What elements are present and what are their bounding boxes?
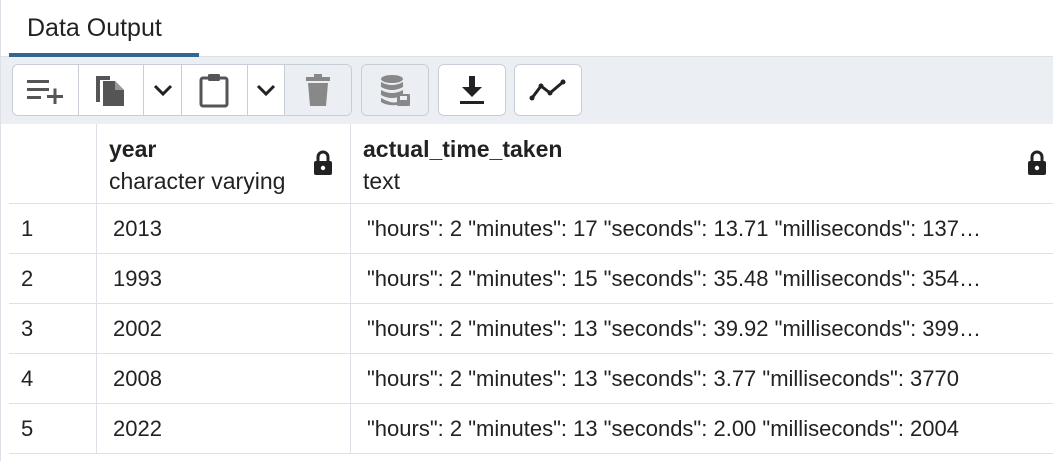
graph-visualiser-button[interactable]: [515, 65, 581, 115]
row-number[interactable]: 1: [9, 204, 97, 254]
column-name: actual_time_taken: [363, 136, 563, 162]
row-number-header[interactable]: [9, 124, 97, 204]
lock-icon: [1028, 150, 1046, 175]
chevron-down-icon: [153, 84, 172, 97]
column-type: text: [363, 168, 401, 194]
table-row[interactable]: 5 2022 "hours": 2 "minutes": 13 "seconds…: [9, 404, 1053, 454]
results-grid: year character varying actual_time_taken…: [9, 124, 1053, 461]
column-header-actual-time-taken[interactable]: actual_time_taken text: [351, 124, 1053, 204]
cell-year[interactable]: 2022: [97, 404, 351, 454]
graph-group: [514, 64, 582, 116]
cell-actual-time-taken[interactable]: "hours": 2 "minutes": 13 "seconds": 3.77…: [351, 354, 1053, 404]
table-row[interactable]: 2 1993 "hours": 2 "minutes": 15 "seconds…: [9, 254, 1053, 304]
graph-icon: [529, 79, 566, 101]
data-output-panel: Data Output year character varying actua…: [0, 0, 1053, 461]
row-number[interactable]: 5: [9, 404, 97, 454]
delete-button[interactable]: [285, 65, 351, 115]
add-row-icon: [27, 80, 64, 104]
download-button[interactable]: [439, 65, 505, 115]
copy-options-dropdown[interactable]: [144, 65, 182, 115]
table-row[interactable]: 4 2008 "hours": 2 "minutes": 13 "seconds…: [9, 354, 1053, 404]
table-row[interactable]: 3 2002 "hours": 2 "minutes": 13 "seconds…: [9, 304, 1053, 354]
cell-actual-time-taken[interactable]: "hours": 2 "minutes": 17 "seconds": 13.7…: [351, 204, 1053, 254]
row-number[interactable]: 2: [9, 254, 97, 304]
download-group: [438, 64, 506, 116]
save-data-button[interactable]: [362, 65, 428, 115]
cell-actual-time-taken[interactable]: "hours": 2 "minutes": 13 "seconds": 2.00…: [351, 404, 1053, 454]
row-number[interactable]: 3: [9, 304, 97, 354]
edit-button-group: [12, 64, 352, 116]
column-name: year: [109, 136, 157, 162]
save-data-icon: [381, 75, 410, 106]
cell-year[interactable]: 2013: [97, 204, 351, 254]
toolbar: [1, 57, 1053, 124]
cell-year[interactable]: 2002: [97, 304, 351, 354]
delete-icon: [306, 74, 331, 106]
add-row-button[interactable]: [13, 65, 79, 115]
save-data-group: [361, 64, 429, 116]
cell-actual-time-taken[interactable]: "hours": 2 "minutes": 13 "seconds": 39.9…: [351, 304, 1053, 354]
grid-header: year character varying actual_time_taken…: [9, 124, 1053, 204]
cell-actual-time-taken[interactable]: "hours": 2 "minutes": 15 "seconds": 35.4…: [351, 254, 1053, 304]
tab-data-output[interactable]: Data Output: [9, 0, 199, 57]
cell-year[interactable]: 1993: [97, 254, 351, 304]
chevron-down-icon: [256, 84, 276, 97]
tab-label: Data Output: [27, 14, 162, 42]
row-number[interactable]: 4: [9, 354, 97, 404]
download-icon: [460, 76, 484, 104]
lock-icon: [314, 150, 332, 175]
copy-button[interactable]: [78, 65, 145, 115]
paste-icon: [199, 74, 229, 108]
paste-options-dropdown[interactable]: [247, 65, 286, 115]
cell-year[interactable]: 2008: [97, 354, 351, 404]
copy-icon: [95, 76, 124, 106]
table-row[interactable]: 1 2013 "hours": 2 "minutes": 17 "seconds…: [9, 204, 1053, 254]
column-header-year[interactable]: year character varying: [97, 124, 351, 204]
column-type: character varying: [109, 168, 286, 194]
paste-button[interactable]: [182, 65, 248, 115]
tab-bar: Data Output: [1, 0, 1053, 57]
